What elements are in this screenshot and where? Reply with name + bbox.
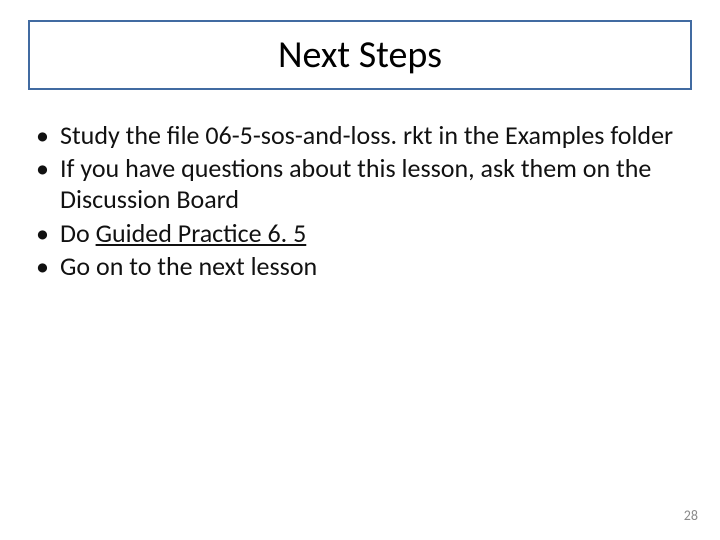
list-item: If you have questions about this lesson,…: [36, 153, 684, 215]
list-item: Do Guided Practice 6. 5: [36, 218, 684, 249]
list-item: Study the file 06-5-sos-and-loss. rkt in…: [36, 120, 684, 151]
content-area: Study the file 06-5-sos-and-loss. rkt in…: [36, 120, 684, 284]
slide-title: Next Steps: [278, 32, 442, 78]
list-item: Go on to the next lesson: [36, 251, 684, 282]
bullet-text-prefix: Do: [60, 217, 96, 249]
guided-practice-link[interactable]: Guided Practice 6. 5: [96, 217, 307, 249]
page-number: 28: [684, 507, 698, 524]
bullet-list: Study the file 06-5-sos-and-loss. rkt in…: [36, 120, 684, 282]
title-box: Next Steps: [28, 20, 692, 90]
